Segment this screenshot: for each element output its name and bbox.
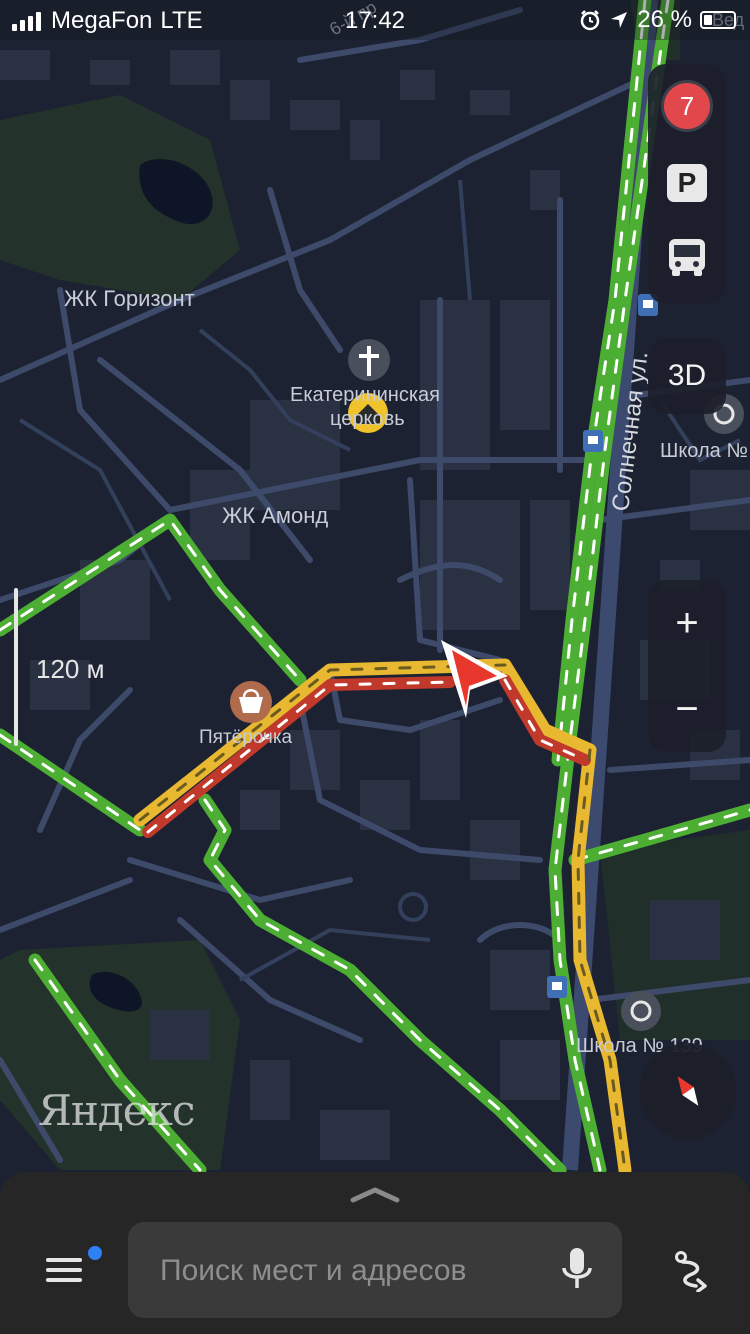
expand-chevron-icon[interactable] [345,1184,405,1204]
menu-button[interactable] [40,1246,102,1292]
bus-icon [669,239,705,276]
bus-stop-icon[interactable] [583,430,603,452]
notification-dot [88,1246,102,1260]
yandex-logo: Яндекс [38,1086,195,1135]
location-services-icon [611,12,628,28]
route-icon[interactable] [672,1250,710,1292]
bus-stop-icon[interactable] [547,976,567,998]
search-input[interactable] [158,1222,542,1320]
traffic-level-badge: 7 [664,83,710,129]
view-3d-button[interactable]: 3D [648,338,726,414]
microphone-icon[interactable] [560,1246,594,1294]
scale-bar [14,588,18,746]
battery-percent: 26 % [637,6,692,33]
alarm-icon [581,10,600,31]
view-3d-panel: 3D [648,338,726,414]
zoom-out-button[interactable]: − [648,666,726,752]
traffic-button[interactable]: 7 [648,64,726,148]
zoom-panel: + − [648,580,726,752]
battery-icon [700,11,736,29]
church-icon[interactable] [348,339,390,381]
bottom-panel [0,1172,750,1334]
label-church-1: Екатерининская [290,384,440,406]
parking-button[interactable]: P [648,148,726,218]
transit-button[interactable] [648,218,726,298]
label-zk-amond: ЖК Амонд [222,503,328,528]
school-139-icon[interactable] [621,991,661,1031]
basket-icon[interactable] [230,681,272,723]
zoom-in-button[interactable]: + [648,580,726,666]
compass-button[interactable] [640,1043,736,1139]
compass-icon [677,1076,699,1106]
search-box[interactable] [128,1222,622,1320]
scale-label: 120 м [36,654,105,684]
parking-icon: P [667,164,707,202]
label-zk-gorizont: ЖК Горизонт [64,286,195,311]
status-bar: MegaFon LTE 17:42 26 % [0,0,750,40]
label-church-2: церковь [330,408,405,430]
label-pyaterochka: Пятёрочка [199,727,293,748]
label-school-top: Школа № [660,440,748,462]
map-layers-panel: 7 P [648,64,726,304]
